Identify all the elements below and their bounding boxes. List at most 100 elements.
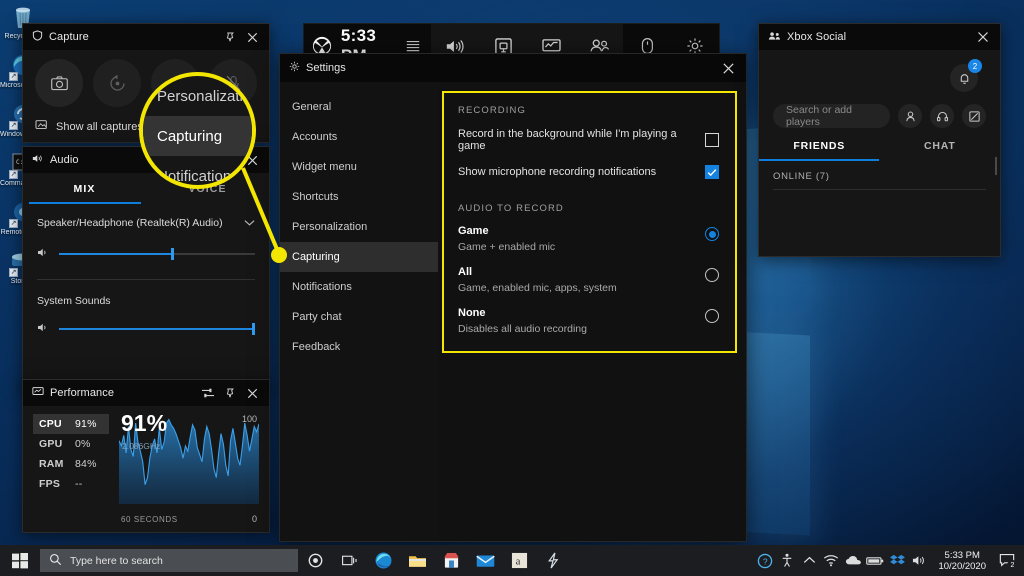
shortcut-arrow-icon: ↗ bbox=[9, 268, 18, 277]
nav-item-shortcuts[interactable]: Shortcuts bbox=[280, 182, 438, 212]
people-icon bbox=[768, 31, 781, 44]
battery-icon[interactable] bbox=[864, 545, 886, 576]
dropbox-icon[interactable] bbox=[886, 545, 908, 576]
settings-window: Settings General Accounts Widget menu Sh… bbox=[279, 53, 747, 542]
volume-icon[interactable] bbox=[908, 545, 930, 576]
nav-item-capturing[interactable]: Capturing bbox=[280, 242, 438, 272]
cortana-icon[interactable] bbox=[298, 545, 332, 576]
tab-friends[interactable]: FRIENDS bbox=[759, 140, 880, 152]
search-players-input[interactable]: Search or add players bbox=[773, 104, 890, 128]
checkbox-mic-notifications[interactable] bbox=[705, 165, 719, 179]
file-explorer-icon[interactable] bbox=[400, 545, 434, 576]
headset-icon[interactable] bbox=[930, 104, 954, 128]
metric-cpu[interactable]: CPU 91% bbox=[33, 414, 109, 434]
audio-mix-panel: Speaker/Headphone (Realtek(R) Audio) Sys… bbox=[23, 204, 269, 392]
onedrive-icon[interactable] bbox=[842, 545, 864, 576]
audio-device-row[interactable]: Speaker/Headphone (Realtek(R) Audio) bbox=[37, 214, 255, 232]
magnified-nav-list: Personalization Capturing Notifications bbox=[139, 76, 256, 189]
start-button[interactable] bbox=[0, 545, 40, 576]
metric-ram[interactable]: RAM 84% bbox=[33, 454, 109, 474]
friends-list-scrollbar[interactable] bbox=[995, 157, 997, 175]
record-last-30s-button[interactable] bbox=[93, 59, 141, 107]
capture-widget-title: Capture bbox=[49, 31, 89, 43]
recording-section-heading: RECORDING bbox=[458, 105, 719, 116]
accessibility-icon[interactable] bbox=[776, 545, 798, 576]
audio-device-name: Speaker/Headphone (Realtek(R) Audio) bbox=[37, 217, 223, 229]
show-hidden-icons-icon[interactable] bbox=[798, 545, 820, 576]
audio-device-volume-slider[interactable] bbox=[37, 245, 255, 263]
amazon-icon[interactable]: a bbox=[502, 545, 536, 576]
setting-label: Record in the background while I'm playi… bbox=[458, 128, 705, 152]
performance-widget-titlebar: Performance bbox=[23, 380, 269, 406]
add-friend-icon[interactable] bbox=[898, 104, 922, 128]
close-icon[interactable] bbox=[242, 27, 262, 47]
taskbar-date: 10/20/2020 bbox=[938, 561, 986, 572]
settings-titlebar: Settings bbox=[280, 54, 746, 82]
checkbox-record-in-background[interactable] bbox=[705, 133, 719, 147]
pin-icon[interactable] bbox=[220, 27, 240, 47]
system-tray: ? 5:33 PM 10/20/2020 2 bbox=[754, 545, 1024, 576]
settings-navigation: General Accounts Widget menu Shortcuts P… bbox=[280, 82, 438, 541]
options-sliders-icon[interactable] bbox=[198, 383, 218, 403]
search-icon bbox=[49, 553, 62, 569]
radio-option-all[interactable]: All Game, enabled mic, apps, system bbox=[458, 266, 719, 294]
social-tab-bar: FRIENDS CHAT bbox=[759, 140, 1000, 161]
nav-item-general[interactable]: General bbox=[280, 92, 438, 122]
network-icon[interactable] bbox=[820, 545, 842, 576]
microsoft-store-icon[interactable] bbox=[434, 545, 468, 576]
nav-item-widget-menu[interactable]: Widget menu bbox=[280, 152, 438, 182]
nav-item-notifications[interactable]: Notifications bbox=[280, 272, 438, 302]
close-icon[interactable] bbox=[242, 383, 262, 403]
radio-button-all[interactable] bbox=[705, 268, 719, 282]
slider-track[interactable] bbox=[59, 328, 255, 330]
radio-button-none[interactable] bbox=[705, 309, 719, 323]
nav-item-accounts[interactable]: Accounts bbox=[280, 122, 438, 152]
slider-track[interactable] bbox=[59, 253, 255, 255]
close-icon[interactable] bbox=[714, 56, 742, 80]
radio-option-game[interactable]: Game Game + enabled mic bbox=[458, 225, 719, 253]
setting-label: Show microphone recording notifications bbox=[458, 166, 656, 178]
widget-menu-button[interactable] bbox=[394, 39, 431, 53]
mail-icon[interactable] bbox=[468, 545, 502, 576]
tab-mix[interactable]: MIX bbox=[23, 173, 146, 204]
radio-button-game[interactable] bbox=[705, 227, 719, 241]
lightning-app-icon[interactable] bbox=[536, 545, 570, 576]
slider-thumb[interactable] bbox=[171, 248, 174, 260]
compose-message-icon[interactable] bbox=[962, 104, 986, 128]
taskbar-clock[interactable]: 5:33 PM 10/20/2020 bbox=[930, 550, 994, 572]
microsoft-edge-icon[interactable] bbox=[366, 545, 400, 576]
system-sounds-volume-slider[interactable] bbox=[37, 320, 255, 338]
capturing-settings-highlight: RECORDING Record in the background while… bbox=[442, 91, 737, 353]
nav-item-feedback[interactable]: Feedback bbox=[280, 332, 438, 362]
xbox-social-widget: Xbox Social 2 Search or add players F bbox=[758, 23, 1001, 257]
tab-chat[interactable]: CHAT bbox=[880, 140, 1001, 152]
performance-monitor-icon bbox=[32, 386, 44, 400]
taskbar-search-input[interactable]: Type here to search bbox=[40, 549, 298, 572]
social-widget-titlebar: Xbox Social bbox=[759, 24, 1000, 50]
metric-gpu[interactable]: GPU 0% bbox=[33, 434, 109, 454]
chart-axis-min: 0 bbox=[252, 514, 257, 524]
help-icon[interactable]: ? bbox=[754, 545, 776, 576]
pin-icon[interactable] bbox=[220, 383, 240, 403]
slider-fill bbox=[59, 328, 255, 330]
slider-thumb[interactable] bbox=[252, 323, 255, 335]
metric-fps[interactable]: FPS -- bbox=[33, 474, 109, 494]
nav-item-party-chat[interactable]: Party chat bbox=[280, 302, 438, 332]
audio-divider bbox=[37, 279, 255, 280]
audio-to-record-heading: AUDIO TO RECORD bbox=[458, 203, 719, 214]
setting-mic-notifications[interactable]: Show microphone recording notifications bbox=[458, 165, 719, 179]
speaker-icon bbox=[32, 153, 44, 167]
action-center-button[interactable]: 2 bbox=[994, 545, 1020, 576]
setting-record-in-background[interactable]: Record in the background while I'm playi… bbox=[458, 128, 719, 152]
metric-key: RAM bbox=[39, 458, 67, 470]
notifications-bell-button[interactable]: 2 bbox=[950, 64, 978, 92]
task-view-icon[interactable] bbox=[332, 545, 366, 576]
chevron-down-icon[interactable] bbox=[244, 214, 255, 232]
screenshot-button[interactable] bbox=[35, 59, 83, 107]
radio-option-none[interactable]: None Disables all audio recording bbox=[458, 307, 719, 335]
performance-widget-title: Performance bbox=[50, 387, 114, 399]
metric-key: FPS bbox=[39, 478, 67, 490]
nav-item-personalization[interactable]: Personalization bbox=[280, 212, 438, 242]
close-icon[interactable] bbox=[973, 27, 993, 47]
radio-subtitle: Disables all audio recording bbox=[458, 323, 587, 335]
